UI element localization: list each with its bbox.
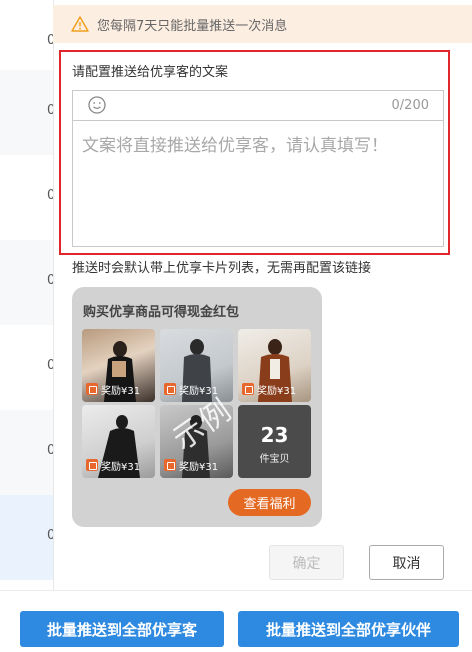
hint-text: 推送时会默认带上优享卡片列表，无需再配置该链接 bbox=[72, 261, 372, 276]
reward-text: 奖励¥31 bbox=[101, 461, 141, 473]
reward-tag: 奖励¥31 bbox=[164, 458, 219, 473]
config-title: 请配置推送给优享客的文案 bbox=[72, 65, 229, 80]
more-count: 23 bbox=[260, 423, 289, 447]
push-all-customers-button[interactable]: 批量推送到全部优享客 bbox=[20, 611, 224, 647]
reward-text: 奖励¥31 bbox=[257, 385, 297, 397]
push-all-partners-button[interactable]: 批量推送到全部优享伙伴 bbox=[238, 611, 459, 647]
gift-icon bbox=[242, 383, 254, 395]
gift-icon bbox=[164, 459, 176, 471]
notice-bar: 您每隔7天只能批量推送一次消息 bbox=[53, 5, 472, 43]
smiley-icon[interactable] bbox=[87, 95, 107, 115]
example-card: 购买优享商品可得现金红包 奖励¥31 奖励¥31 奖励¥31 奖励¥31 奖励¥… bbox=[72, 287, 322, 527]
warning-icon bbox=[71, 16, 89, 32]
card-title: 购买优享商品可得现金红包 bbox=[83, 305, 240, 320]
more-label: 件宝贝 bbox=[259, 454, 290, 465]
cancel-button[interactable]: 取消 bbox=[369, 545, 444, 580]
reward-tag: 奖励¥31 bbox=[86, 458, 141, 473]
reward-tag: 奖励¥31 bbox=[86, 382, 141, 397]
message-editor: 0/200 bbox=[72, 90, 444, 247]
more-products-tile: 23 件宝贝 bbox=[238, 405, 311, 478]
bottom-action-bar: 批量推送到全部优享客 批量推送到全部优享伙伴 bbox=[0, 590, 472, 652]
char-counter: 0/200 bbox=[391, 98, 429, 113]
notice-text: 您每隔7天只能批量推送一次消息 bbox=[97, 18, 288, 34]
confirm-button[interactable]: 确定 bbox=[269, 545, 344, 580]
gift-icon bbox=[86, 459, 98, 471]
editor-toolbar: 0/200 bbox=[73, 91, 443, 121]
gift-icon bbox=[86, 383, 98, 395]
reward-tag: 奖励¥31 bbox=[242, 382, 297, 397]
view-benefits-button: 查看福利 bbox=[228, 489, 311, 516]
gift-icon bbox=[164, 383, 176, 395]
product-tile: 奖励¥31 bbox=[160, 329, 233, 402]
product-tile: 奖励¥31 bbox=[238, 329, 311, 402]
product-tile: 奖励¥31 bbox=[82, 405, 155, 478]
reward-text: 奖励¥31 bbox=[101, 385, 141, 397]
message-textarea[interactable] bbox=[82, 131, 437, 231]
product-tile: 奖励¥31 bbox=[82, 329, 155, 402]
reward-text: 奖励¥31 bbox=[179, 461, 219, 473]
